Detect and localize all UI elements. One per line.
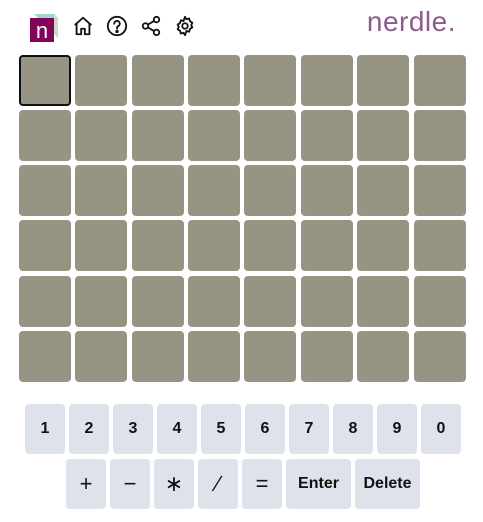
tile-r3-c5[interactable] — [244, 165, 296, 216]
tile-r1-c4[interactable] — [188, 55, 240, 106]
tile-r1-c3[interactable] — [132, 55, 184, 106]
tile-r3-c8[interactable] — [414, 165, 466, 216]
tile-r4-c4[interactable] — [188, 220, 240, 271]
key-plus[interactable]: + — [66, 459, 106, 509]
tile-r1-c7[interactable] — [357, 55, 409, 106]
tile-r2-c1[interactable] — [19, 110, 71, 161]
key-2[interactable]: 2 — [69, 404, 109, 454]
tile-r3-c2[interactable] — [75, 165, 127, 216]
tile-r2-c8[interactable] — [414, 110, 466, 161]
key-divide[interactable]: ∕ — [198, 459, 238, 509]
tile-r5-c4[interactable] — [188, 276, 240, 327]
key-1[interactable]: 1 — [25, 404, 65, 454]
tile-r6-c5[interactable] — [244, 331, 296, 382]
tile-r1-c5[interactable] — [244, 55, 296, 106]
key-9[interactable]: 9 — [377, 404, 417, 454]
svg-text:n: n — [36, 18, 48, 42]
tile-r3-c4[interactable] — [188, 165, 240, 216]
tile-r4-c3[interactable] — [132, 220, 184, 271]
game-board — [19, 55, 467, 383]
tile-r6-c8[interactable] — [414, 331, 466, 382]
tile-r4-c1[interactable] — [19, 220, 71, 271]
key-multiply[interactable]: ∗ — [154, 459, 194, 509]
key-minus[interactable]: − — [110, 459, 150, 509]
tile-r1-c2[interactable] — [75, 55, 127, 106]
tile-r1-c6[interactable] — [301, 55, 353, 106]
tile-r3-c3[interactable] — [132, 165, 184, 216]
key-7[interactable]: 7 — [289, 404, 329, 454]
tile-r3-c7[interactable] — [357, 165, 409, 216]
key-equals[interactable]: = — [242, 459, 282, 509]
tile-r2-c5[interactable] — [244, 110, 296, 161]
tile-r4-c2[interactable] — [75, 220, 127, 271]
top-bar: n nerdle. — [0, 0, 483, 52]
tile-r6-c4[interactable] — [188, 331, 240, 382]
key-6[interactable]: 6 — [245, 404, 285, 454]
tile-r3-c6[interactable] — [301, 165, 353, 216]
tile-r6-c3[interactable] — [132, 331, 184, 382]
tile-r5-c7[interactable] — [357, 276, 409, 327]
tile-r2-c2[interactable] — [75, 110, 127, 161]
tile-r5-c6[interactable] — [301, 276, 353, 327]
key-8[interactable]: 8 — [333, 404, 373, 454]
tile-r5-c5[interactable] — [244, 276, 296, 327]
tile-r5-c2[interactable] — [75, 276, 127, 327]
delete-button[interactable]: Delete — [355, 459, 420, 509]
key-0[interactable]: 0 — [421, 404, 461, 454]
tile-r2-c7[interactable] — [357, 110, 409, 161]
tile-r6-c7[interactable] — [357, 331, 409, 382]
tile-r5-c8[interactable] — [414, 276, 466, 327]
key-5[interactable]: 5 — [201, 404, 241, 454]
tile-r6-c6[interactable] — [301, 331, 353, 382]
help-icon[interactable] — [105, 14, 129, 38]
tile-r6-c2[interactable] — [75, 331, 127, 382]
key-3[interactable]: 3 — [113, 404, 153, 454]
tile-r4-c7[interactable] — [357, 220, 409, 271]
tile-r4-c6[interactable] — [301, 220, 353, 271]
tile-r5-c3[interactable] — [132, 276, 184, 327]
home-icon[interactable] — [71, 14, 95, 38]
tile-r3-c1[interactable] — [19, 165, 71, 216]
tile-r1-c8[interactable] — [414, 55, 466, 106]
tile-r5-c1[interactable] — [19, 276, 71, 327]
tile-r2-c3[interactable] — [132, 110, 184, 161]
brand-wordmark: nerdle. — [366, 6, 456, 37]
tile-r2-c6[interactable] — [301, 110, 353, 161]
nerdle-logo: n — [28, 12, 60, 43]
share-icon[interactable] — [139, 14, 163, 38]
tile-r2-c4[interactable] — [188, 110, 240, 161]
enter-button[interactable]: Enter — [286, 459, 351, 509]
settings-icon[interactable] — [173, 14, 197, 38]
key-4[interactable]: 4 — [157, 404, 197, 454]
tile-r6-c1[interactable] — [19, 331, 71, 382]
tile-r4-c5[interactable] — [244, 220, 296, 271]
tile-r4-c8[interactable] — [414, 220, 466, 271]
tile-r1-c1[interactable] — [19, 55, 71, 106]
